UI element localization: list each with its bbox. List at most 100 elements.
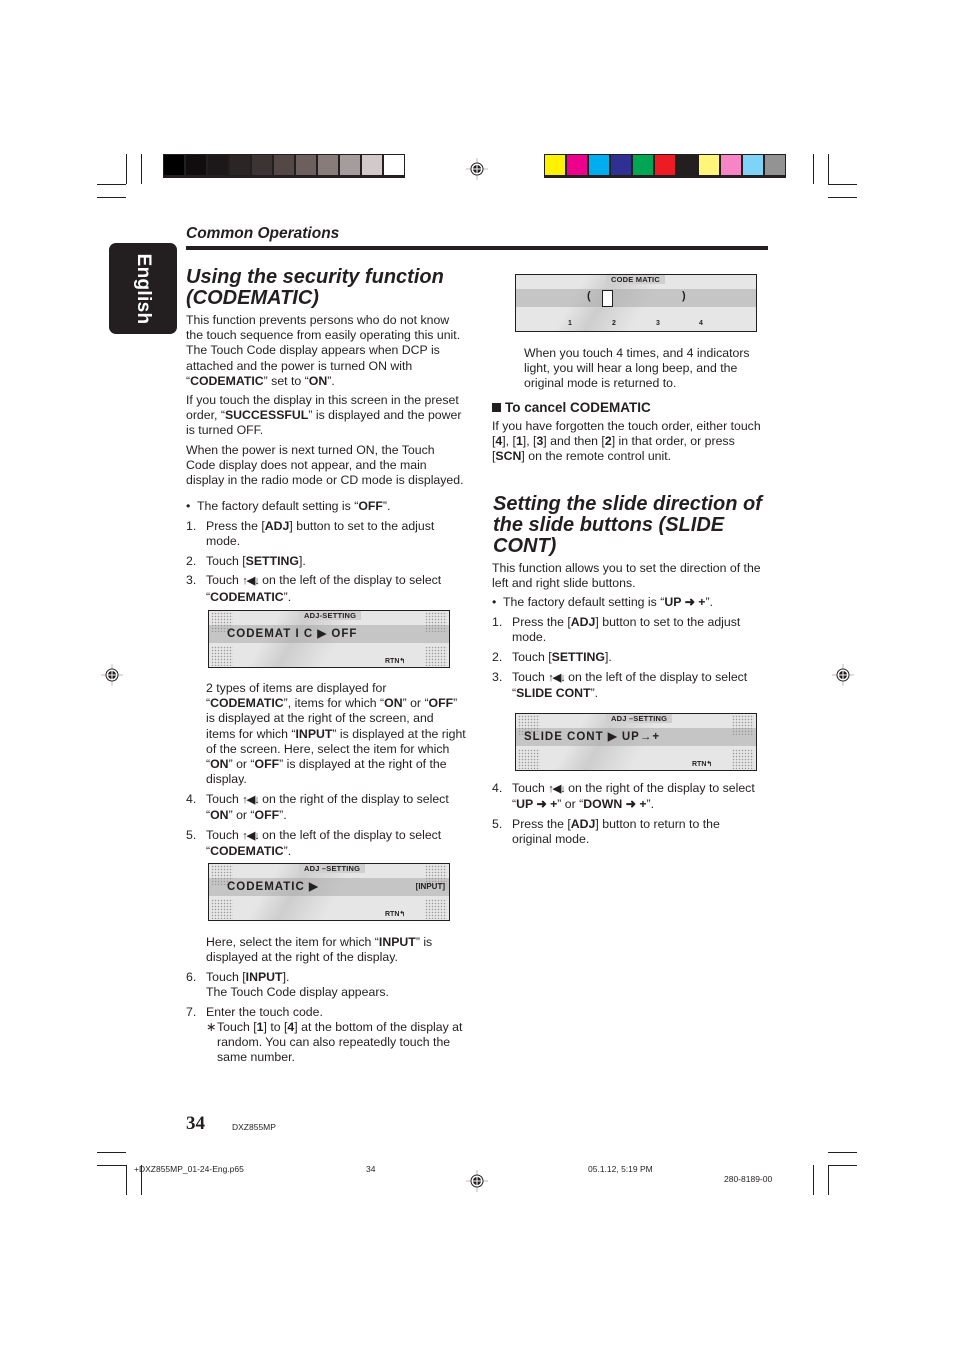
crop-mark [97, 184, 126, 185]
part-number: 280-8189-00 [724, 1174, 773, 1184]
crop-mark [813, 154, 814, 184]
slide-cont-heading: Setting the slide direction of the slide… [493, 493, 762, 557]
code-button-4[interactable]: 4 [699, 320, 703, 327]
color-swatch [567, 155, 587, 175]
crop-mark [828, 184, 857, 185]
lcd-display-codematic-off: ADJ-SETTING CODEMAT I C ▶ OFF RTN↰ [208, 610, 450, 668]
cancel-heading: To cancel CODEMATIC [492, 400, 762, 416]
lcd-return-label: RTN↰ [385, 658, 406, 665]
grayscale-calibration-bar [163, 154, 405, 178]
crop-mark [97, 1165, 126, 1166]
code-button-2[interactable]: 2 [612, 320, 616, 327]
code-indicator [602, 290, 613, 307]
lcd-header: ADJ –SETTING [606, 714, 673, 723]
lcd-header: ADJ –SETTING [299, 864, 366, 873]
registration-mark-icon [466, 1170, 488, 1192]
lcd-header: CODE MATIC [606, 275, 665, 284]
color-swatch [699, 155, 719, 175]
lcd-header: ADJ-SETTING [299, 611, 362, 620]
lcd-display-codematic-input: ADJ –SETTING CODEMATIC ▶ [INPUT] RTN↰ [208, 863, 450, 921]
color-swatch [721, 155, 741, 175]
color-swatch [186, 155, 206, 175]
file-page: 34 [366, 1164, 376, 1174]
touch-arrows-icon: ↑◀↓ [242, 794, 259, 806]
crop-mark [126, 154, 127, 184]
lcd-left-bracket: ( [587, 290, 591, 302]
crop-mark [828, 154, 829, 184]
crop-mark [828, 1165, 857, 1166]
lcd-main-text: SLIDE CONT ▶ UP→+ [524, 731, 661, 743]
color-swatch [743, 155, 763, 175]
touch-arrows-icon: ↑◀↓ [242, 829, 259, 842]
codematic-explanation: 2 types of items are displayed for “CODE… [206, 681, 466, 787]
file-name: +DXZ855MP_01-24-Eng.p65 [134, 1164, 244, 1174]
crop-mark [828, 1165, 829, 1195]
color-swatch [340, 155, 360, 175]
color-calibration-bar [544, 154, 786, 178]
step-item: 2. Touch [SETTING]. [492, 650, 612, 665]
lcd-return-label: RTN↰ [692, 761, 713, 768]
touch-arrows-icon: ↑◀↓ [242, 575, 259, 588]
touch-code-note: ∗ Touch [1] to [4] at the bottom of the d… [206, 1020, 463, 1065]
slide-cont-steps: This function allows you to set the dire… [492, 561, 762, 706]
color-swatch [274, 155, 294, 175]
codematic-steps-2: 4. Touch ↑◀↓ on the right of the display … [186, 792, 466, 864]
registration-mark-icon [832, 664, 854, 686]
code-button-1[interactable]: 1 [568, 320, 572, 327]
after-code-text: When you touch 4 times, and 4 indicators… [524, 346, 769, 392]
language-tab-label: English [133, 253, 154, 324]
step-item: 3. Touch ↑◀↓ on the left of the display t… [186, 573, 442, 604]
slide-cont-steps-2: 4. Touch ↑◀↓ on the right of the display … [492, 781, 762, 852]
color-swatch [589, 155, 609, 175]
codematic-steps-3: Here, select the item for which “INPUT” … [186, 935, 466, 1070]
color-swatch [164, 155, 184, 175]
step-item: 4. Touch ↑◀↓ on the right of the display … [492, 781, 755, 812]
color-swatch [633, 155, 653, 175]
section-rule [186, 246, 768, 250]
color-swatch [384, 155, 404, 175]
color-swatch [252, 155, 272, 175]
color-swatch [296, 155, 316, 175]
code-button-3[interactable]: 3 [656, 320, 660, 327]
codematic-heading: Using the security function (CODEMATIC) [186, 267, 476, 309]
lcd-return-label: RTN↰ [385, 911, 406, 918]
explanation-paragraph: 2 types of items are displayed for “CODE… [206, 681, 466, 787]
step-item: 1. Press the [ADJ] button to set to the a… [186, 518, 435, 548]
color-swatch [611, 155, 631, 175]
default-bullet: • The factory default setting is “UP ➜ +”… [492, 595, 714, 610]
color-swatch [208, 155, 228, 175]
step-item: 6. Touch [INPUT]. The Touch Code display a… [186, 969, 389, 1000]
touch-arrows-icon: ↑◀↓ [548, 783, 565, 795]
heading-line: Using the security function [186, 266, 444, 288]
step-item: 4. Touch ↑◀↓ on the right of the display … [186, 792, 449, 823]
language-tab: English [109, 243, 177, 334]
code-number-buttons: 1 2 3 4 [516, 320, 756, 330]
color-swatch [545, 155, 565, 175]
lcd-display-touch-code: CODE MATIC ( ) 1 2 3 4 [515, 274, 757, 332]
color-swatch [655, 155, 675, 175]
square-bullet-icon [492, 403, 501, 412]
color-swatch [362, 155, 382, 175]
intro-paragraph: When the power is next turned ON, the To… [186, 442, 464, 488]
slide-intro: This function allows you to set the dire… [492, 561, 761, 591]
cancel-codematic: To cancel CODEMATIC If you have forgotte… [492, 400, 762, 465]
color-swatch [230, 155, 250, 175]
section-label: Common Operations [186, 225, 340, 242]
date-time: 05.1.12, 5:19 PM [588, 1164, 653, 1174]
color-swatch [318, 155, 338, 175]
touch-arrows-icon: ↑◀↓ [548, 671, 565, 684]
codematic-steps: • The factory default setting is “OFF”. 1… [186, 499, 466, 609]
input-note: Here, select the item for which “INPUT” … [206, 935, 433, 965]
lcd-display-slide-cont: ADJ –SETTING SLIDE CONT ▶ UP→+ RTN↰ [515, 713, 757, 771]
step-item: 2. Touch [SETTING]. [186, 553, 306, 568]
step-item: 5. Touch ↑◀↓ on the left of the display t… [186, 827, 442, 859]
lcd-input-label: [INPUT] [415, 882, 445, 891]
crop-mark [97, 1152, 126, 1153]
lcd-right-bracket: ) [682, 290, 686, 302]
crop-mark [828, 1152, 857, 1153]
lcd-main-text: CODEMAT I C ▶ OFF [227, 628, 358, 640]
codematic-intro: This function prevents persons who do no… [186, 313, 466, 492]
crop-mark [97, 197, 126, 198]
crop-mark [828, 197, 857, 198]
step-item: 3. Touch ↑◀↓ on the left of the display t… [492, 669, 748, 700]
